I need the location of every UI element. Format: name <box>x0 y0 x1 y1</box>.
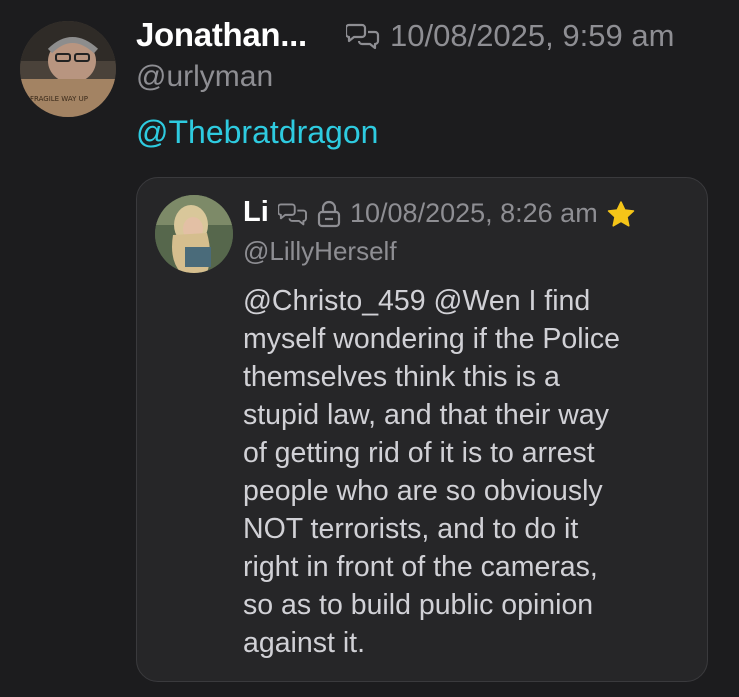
quoted-body-line: @Christo_459 @Wen I find <box>243 285 591 317</box>
avatar-box-text: FRAGILE WAY UP <box>30 95 88 103</box>
author-avatar[interactable]: FRAGILE WAY UP <box>20 21 116 117</box>
lock-icon <box>316 200 342 228</box>
quoted-author-name[interactable]: Li <box>243 196 269 229</box>
quoted-post-meta: 10/08/2025, 8:26 am <box>278 198 636 229</box>
quoted-body-line: NOT terrorists, and to do it <box>243 513 579 545</box>
quote-bubbles-icon <box>278 201 308 227</box>
quoted-body-line: myself wondering if the Police <box>243 323 621 355</box>
quoted-post-timestamp[interactable]: 10/08/2025, 8:26 am <box>350 198 598 229</box>
quote-bubbles-icon <box>346 21 380 51</box>
quoted-body-line: themselves think this is a <box>243 361 560 393</box>
quoted-body-line: right in front of the cameras, <box>243 551 598 583</box>
quoted-body-line: of getting rid of it is to arrest <box>243 437 595 469</box>
quoted-avatar-image <box>155 195 233 273</box>
quoted-post-card[interactable]: Li 10/08/2025, 8:26 am @LillyHerself @Ch… <box>136 177 708 682</box>
quoted-post-body: @Christo_459 @Wen I find myself wonderin… <box>243 282 693 662</box>
author-name[interactable]: Jonathan... <box>136 16 307 54</box>
quoted-body-line: against it. <box>243 627 365 659</box>
quoted-body-line: so as to build public opinion <box>243 589 594 621</box>
quoted-author-avatar[interactable] <box>155 195 233 273</box>
star-icon[interactable] <box>606 200 636 228</box>
post-timestamp[interactable]: 10/08/2025, 9:59 am <box>390 18 674 54</box>
quoted-author-handle[interactable]: @LillyHerself <box>243 236 397 267</box>
author-handle[interactable]: @urlyman <box>136 60 273 94</box>
post-meta: 10/08/2025, 9:59 am <box>346 18 674 54</box>
post: FRAGILE WAY UP Jonathan... 10/08/2025, 9… <box>0 0 739 697</box>
mention-link[interactable]: @Thebratdragon <box>136 114 378 151</box>
avatar-image: FRAGILE WAY UP <box>20 21 116 117</box>
quoted-body-line: stupid law, and that their way <box>243 399 609 431</box>
quoted-body-line: people who are so obviously <box>243 475 603 507</box>
